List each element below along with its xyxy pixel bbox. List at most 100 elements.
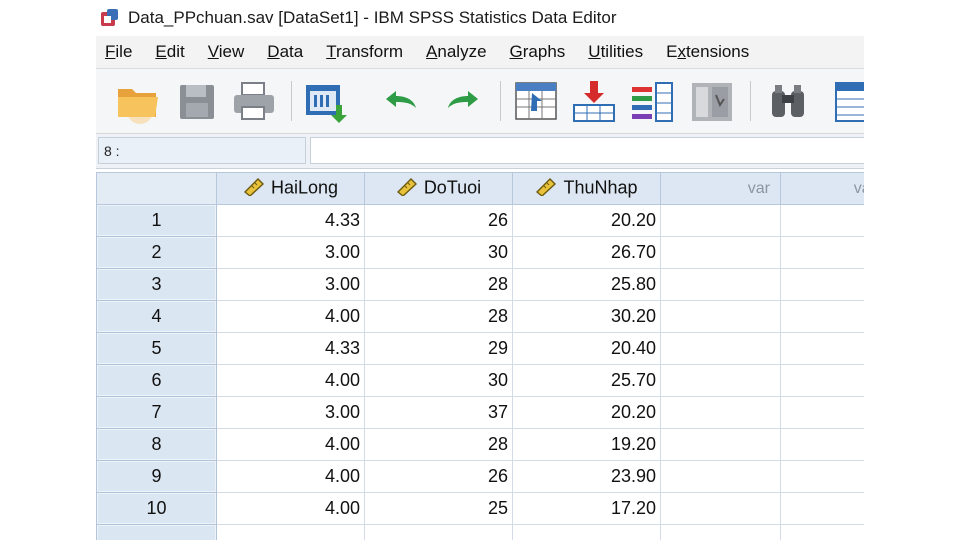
cell-dotuoi[interactable]: 26 [364,204,513,237]
row-number[interactable]: 10 [96,492,217,525]
row-number[interactable]: 2 [96,236,217,269]
cell-thunhap[interactable]: 25.80 [512,268,661,301]
column-name: HaiLong [270,177,339,198]
cell-empty[interactable] [780,492,864,525]
cell-empty[interactable] [660,300,781,333]
cell-partial[interactable] [96,524,217,540]
run-descriptives-icon[interactable] [688,77,736,125]
cell-empty[interactable] [660,428,781,461]
cell-hailong[interactable]: 3.00 [216,396,365,429]
goto-case-icon[interactable] [512,77,560,125]
cell-thunhap[interactable]: 20.20 [512,396,661,429]
cell-empty[interactable] [660,396,781,429]
cell-dotuoi[interactable]: 30 [364,364,513,397]
cell-hailong[interactable]: 4.00 [216,364,365,397]
cell-empty[interactable] [660,460,781,493]
cell-empty[interactable] [780,332,864,365]
column-header-thunhap[interactable]: ThuNhap [512,172,661,205]
variables-icon[interactable] [628,77,676,125]
print-icon[interactable] [230,77,278,125]
cell-hailong[interactable]: 3.00 [216,236,365,269]
column-header-hailong[interactable]: HaiLong [216,172,365,205]
cell-partial[interactable] [216,524,365,540]
undo-icon[interactable] [378,77,426,125]
cell-dotuoi[interactable]: 37 [364,396,513,429]
cell-thunhap[interactable]: 25.70 [512,364,661,397]
cell-partial[interactable] [512,524,661,540]
cell-empty[interactable] [780,364,864,397]
menu-view[interactable]: View [199,42,254,62]
cell-empty[interactable] [660,332,781,365]
menu-extensions[interactable]: Extensions [657,42,758,62]
cell-dotuoi[interactable]: 30 [364,236,513,269]
title-bar: Data_PPchuan.sav [DataSet1] - IBM SPSS S… [96,0,864,36]
cell-dotuoi[interactable]: 26 [364,460,513,493]
toolbar [96,69,864,134]
menu-graphs[interactable]: Graphs [501,42,575,62]
menu-data[interactable]: Data [258,42,312,62]
cell-dotuoi[interactable]: 28 [364,300,513,333]
row-number[interactable]: 9 [96,460,217,493]
row-number[interactable]: 1 [96,204,217,237]
menu-file[interactable]: File [96,42,141,62]
menu-transform[interactable]: Transform [317,42,412,62]
cell-thunhap[interactable]: 20.20 [512,204,661,237]
cell-thunhap[interactable]: 17.20 [512,492,661,525]
cell-empty[interactable] [780,300,864,333]
row-number[interactable]: 5 [96,332,217,365]
cell-empty[interactable] [660,492,781,525]
cell-dotuoi[interactable]: 28 [364,428,513,461]
cell-thunhap[interactable]: 19.20 [512,428,661,461]
cell-value-editor[interactable] [310,137,864,164]
cell-empty[interactable] [780,396,864,429]
cell-thunhap[interactable]: 26.70 [512,236,661,269]
cell-thunhap[interactable]: 23.90 [512,460,661,493]
cell-empty[interactable] [780,428,864,461]
menu-edit[interactable]: Edit [146,42,193,62]
column-header-dotuoi[interactable]: DoTuoi [364,172,513,205]
recall-dialog-icon[interactable] [302,77,350,125]
cell-hailong[interactable]: 4.33 [216,204,365,237]
save-icon[interactable] [174,77,222,125]
cell-hailong[interactable]: 4.33 [216,332,365,365]
cell-empty[interactable] [780,460,864,493]
menu-bar: File Edit View Data Transform Analyze Gr… [96,36,864,69]
row-number[interactable]: 8 [96,428,217,461]
row-number[interactable]: 7 [96,396,217,429]
row-number[interactable]: 6 [96,364,217,397]
open-folder-icon[interactable] [114,77,162,125]
cell-hailong[interactable]: 4.00 [216,300,365,333]
cell-empty[interactable] [660,204,781,237]
cell-hailong[interactable]: 4.00 [216,492,365,525]
redo-icon[interactable] [438,77,486,125]
scale-ruler-icon [243,176,265,201]
cell-hailong[interactable]: 3.00 [216,268,365,301]
cell-empty[interactable] [660,364,781,397]
menu-analyze[interactable]: Analyze [417,42,495,62]
cell-thunhap[interactable]: 20.40 [512,332,661,365]
cell-empty[interactable] [780,236,864,269]
cell-partial[interactable] [660,524,781,540]
cell-hailong[interactable]: 4.00 [216,428,365,461]
cell-thunhap[interactable]: 30.20 [512,300,661,333]
cell-empty[interactable] [660,236,781,269]
cell-partial[interactable] [364,524,513,540]
goto-variable-icon[interactable] [570,77,618,125]
row-number[interactable]: 3 [96,268,217,301]
cell-partial[interactable] [780,524,864,540]
row-number[interactable]: 4 [96,300,217,333]
grid-body: 1 4.33 26 20.20 2 3.00 30 26.70 3 3.00 28 25.80 4 4.0… [96,204,864,540]
column-header-var[interactable]: var [780,172,864,205]
grid-corner[interactable] [96,172,217,205]
cell-dotuoi[interactable]: 25 [364,492,513,525]
cell-empty[interactable] [780,204,864,237]
cell-dotuoi[interactable]: 28 [364,268,513,301]
cell-hailong[interactable]: 4.00 [216,460,365,493]
find-icon[interactable] [764,77,812,125]
cell-empty[interactable] [660,268,781,301]
menu-utilities[interactable]: Utilities [579,42,652,62]
split-file-icon[interactable] [832,77,864,125]
cell-empty[interactable] [780,268,864,301]
cell-dotuoi[interactable]: 29 [364,332,513,365]
column-header-var[interactable]: var [660,172,781,205]
